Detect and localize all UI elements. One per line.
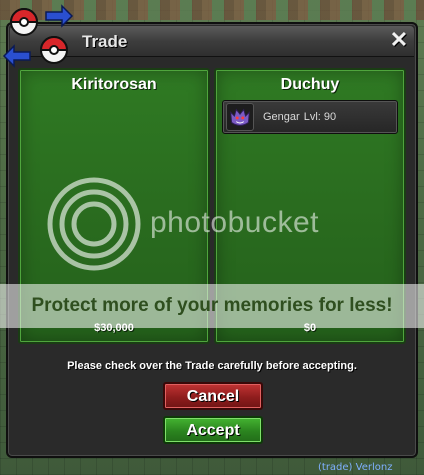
left-money-offer: $30,000: [94, 322, 134, 334]
cancel-button[interactable]: Cancel: [163, 382, 263, 410]
left-player-name: Kiritorosan: [71, 76, 157, 93]
trade-window: Trade ✕ Kiritorosan $30,000 Duchuy Genga…: [2, 4, 418, 458]
pokeball-trade-logo-icon: [2, 4, 74, 68]
partner-offer-panel: Duchuy Gengar Lvl: 90 $0: [214, 68, 406, 344]
window-title: Trade: [82, 32, 128, 51]
pokemon-slot[interactable]: Gengar Lvl: 90: [222, 100, 398, 134]
chat-snippet: (trade) Verlonz: [318, 462, 393, 473]
gengar-sprite-icon: [226, 103, 254, 131]
right-money-offer: $0: [303, 322, 317, 334]
my-offer-panel[interactable]: Kiritorosan $30,000: [18, 68, 210, 344]
trade-warning-text: Please check over the Trade carefully be…: [67, 360, 357, 372]
pokemon-name: Gengar: [263, 111, 300, 123]
close-icon[interactable]: ✕: [388, 29, 410, 51]
right-player-name: Duchuy: [280, 76, 340, 93]
accept-button[interactable]: Accept: [163, 416, 263, 444]
pokemon-level: Lvl: 90: [303, 111, 337, 123]
